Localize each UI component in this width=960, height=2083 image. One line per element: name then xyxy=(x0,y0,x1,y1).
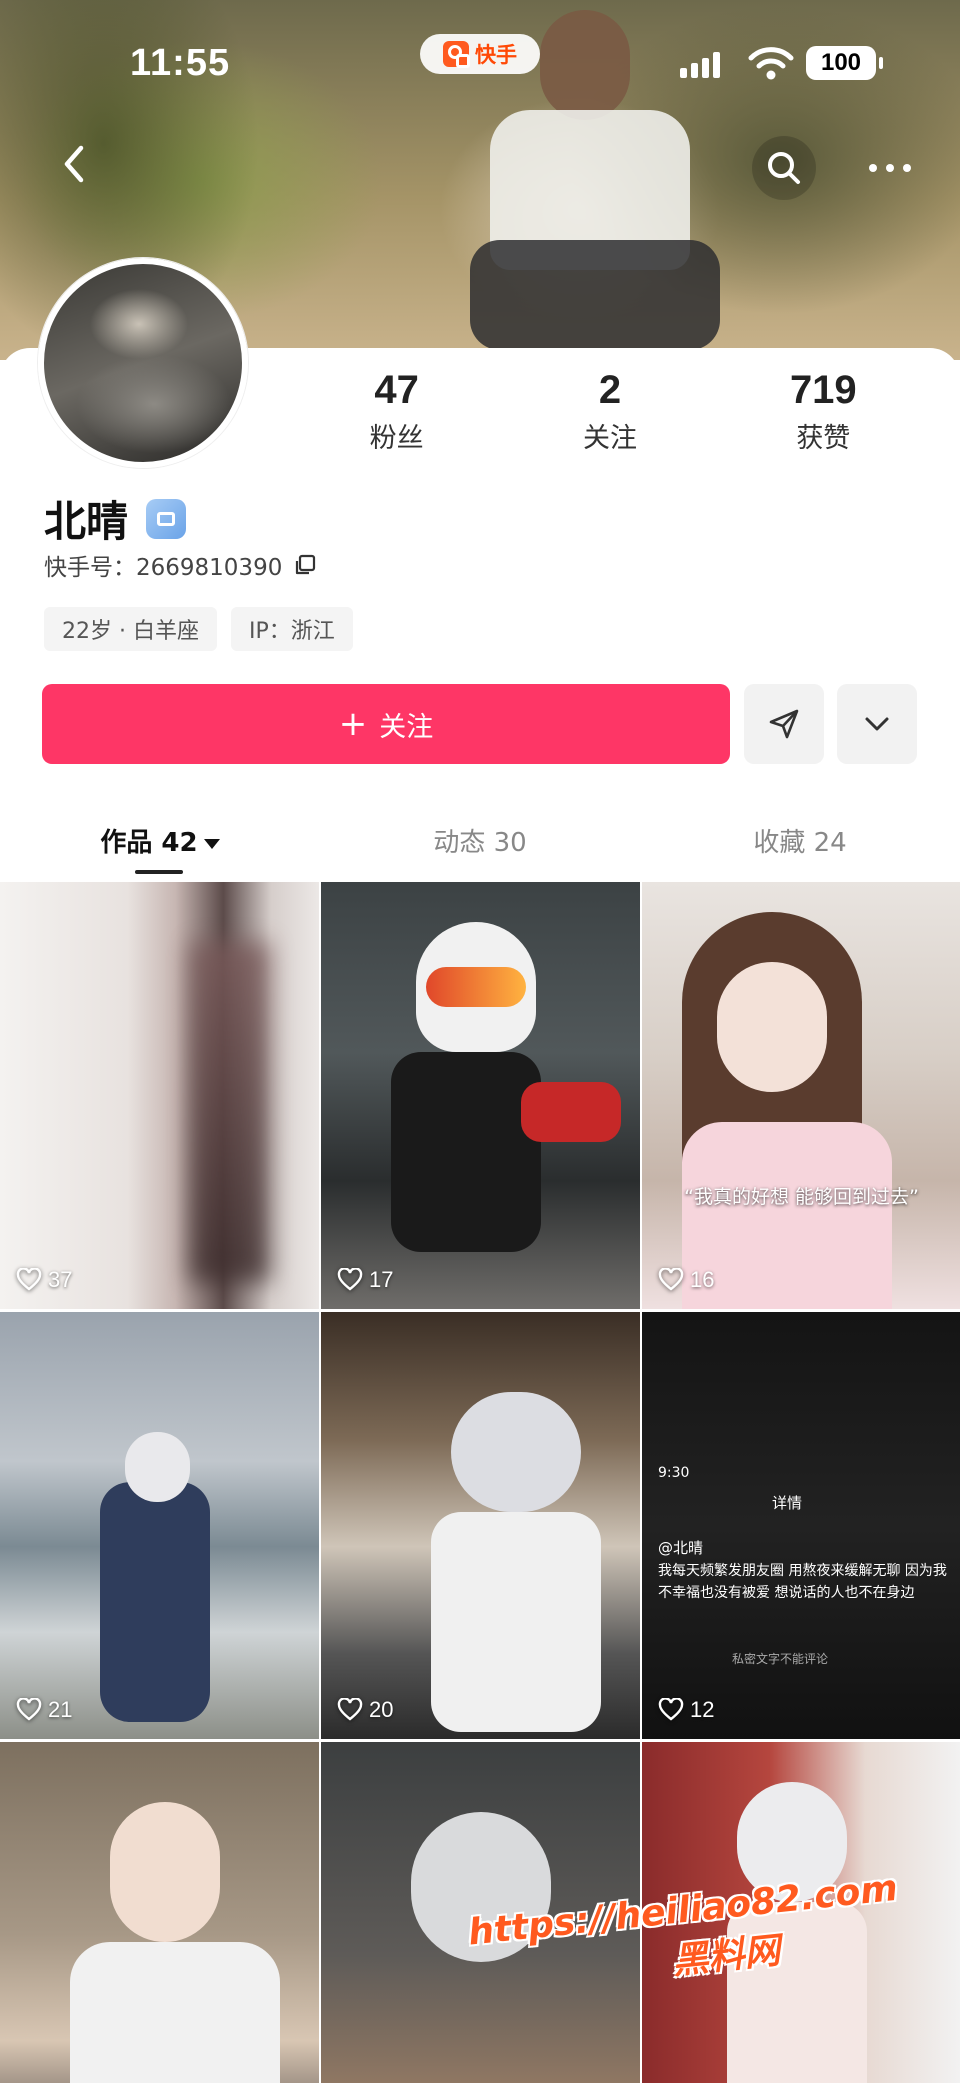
tab-favorites-label: 收藏 24 xyxy=(753,828,847,858)
kuaishou-pill-label: 快手 xyxy=(475,43,517,67)
tab-favorites[interactable]: 收藏 24 xyxy=(640,812,960,882)
wifi-icon xyxy=(748,47,794,80)
like-count-value: 16 xyxy=(690,1267,715,1292)
post-image xyxy=(521,1082,621,1142)
cover-figure-head xyxy=(540,10,630,120)
profile-name: 北晴 xyxy=(44,497,129,546)
follow-button[interactable]: + 关注 xyxy=(42,684,730,764)
post-screen-user: @北晴 xyxy=(658,1539,704,1557)
post-image xyxy=(70,1942,280,2083)
post-image xyxy=(125,1432,190,1502)
back-button[interactable] xyxy=(46,136,102,192)
cover-figure-legs xyxy=(470,240,720,350)
tab-moments[interactable]: 动态 30 xyxy=(320,812,640,882)
stat-followers-value: 47 xyxy=(374,368,419,412)
stat-likes-value: 719 xyxy=(789,368,857,412)
copy-icon xyxy=(296,554,316,575)
like-count: 12 xyxy=(658,1697,714,1723)
post-image xyxy=(431,1512,601,1732)
heart-icon xyxy=(337,1268,363,1291)
chevron-down-icon xyxy=(865,717,889,731)
stat-likes[interactable]: 719 获赞 xyxy=(717,368,930,458)
heart-icon xyxy=(658,1268,684,1291)
stat-following-value: 2 xyxy=(598,368,622,412)
post-image xyxy=(391,1052,541,1252)
post-image xyxy=(451,1392,581,1512)
post-thumbnail[interactable]: 20 xyxy=(321,1312,640,1739)
heart-icon xyxy=(658,1698,684,1721)
tag-age-zodiac: 22岁 · 白羊座 xyxy=(44,607,217,651)
kuaishou-app-pill[interactable]: 快手 xyxy=(420,34,540,74)
like-count: 20 xyxy=(337,1697,393,1723)
profile-tags: 22岁 · 白羊座 IP：浙江 xyxy=(44,607,353,651)
like-count-value: 20 xyxy=(369,1697,394,1722)
follow-button-label: 关注 xyxy=(379,711,434,743)
post-image xyxy=(190,942,270,1282)
share-icon xyxy=(769,709,799,739)
more-options-button[interactable] xyxy=(858,136,922,200)
status-time: 11:55 xyxy=(130,42,231,84)
tab-works-label: 作品 42 xyxy=(100,828,198,858)
profile-stats: 47 粉丝 2 关注 719 获赞 xyxy=(290,368,930,458)
post-image xyxy=(717,962,827,1092)
share-button[interactable] xyxy=(744,684,824,764)
cellular-signal-icon xyxy=(680,50,720,78)
copy-id-button[interactable] xyxy=(290,550,320,580)
like-count-value: 12 xyxy=(690,1697,715,1722)
post-thumbnail[interactable]: 17 xyxy=(321,882,640,1309)
post-thumbnail[interactable]: 37 xyxy=(0,882,319,1309)
tab-works[interactable]: 作品 42 xyxy=(0,812,320,882)
avatar[interactable] xyxy=(38,258,248,468)
like-count: 17 xyxy=(337,1267,393,1293)
heart-icon xyxy=(16,1698,42,1721)
more-icon xyxy=(869,164,911,172)
verified-badge-icon[interactable] xyxy=(146,498,187,539)
like-count-value: 21 xyxy=(48,1697,73,1722)
search-icon xyxy=(768,152,800,184)
caret-down-icon xyxy=(203,838,220,849)
search-button[interactable] xyxy=(752,136,816,200)
stat-followers-label: 粉丝 xyxy=(369,423,424,454)
post-thumbnail[interactable] xyxy=(0,1742,319,2083)
stat-following-label: 关注 xyxy=(582,423,637,454)
like-count-value: 37 xyxy=(48,1267,73,1292)
kuaishou-id-row: 快手号：2669810390 xyxy=(44,548,320,582)
heart-icon xyxy=(337,1698,363,1721)
post-screen-text: 我每天频繁发朋友圈 用熬夜来缓解无聊 因为我不幸福也没有被爱 想说话的人也不在身… xyxy=(658,1563,947,1601)
post-thumbnail[interactable]: 9:30 详情 @北晴 我每天频繁发朋友圈 用熬夜来缓解无聊 因为我不幸福也没有… xyxy=(642,1312,960,1739)
heart-icon xyxy=(16,1268,42,1291)
plus-icon: + xyxy=(338,704,368,744)
post-screen-footer: 私密文字不能评论 xyxy=(732,1652,829,1666)
post-screen-title: 详情 xyxy=(772,1494,803,1512)
like-count: 21 xyxy=(16,1697,72,1723)
like-count: 16 xyxy=(658,1267,714,1293)
profile-name-row: 北晴 xyxy=(44,488,187,549)
like-count-value: 17 xyxy=(369,1267,394,1292)
post-image xyxy=(426,967,526,1007)
back-icon xyxy=(64,145,84,183)
more-actions-button[interactable] xyxy=(837,684,917,764)
stat-following[interactable]: 2 关注 xyxy=(503,368,716,458)
stat-followers[interactable]: 47 粉丝 xyxy=(290,368,503,458)
tag-ip-location: IP：浙江 xyxy=(230,607,353,651)
post-thumbnail[interactable]: “我真的好想 能够回到过去” 16 xyxy=(642,882,960,1309)
post-thumbnail[interactable]: 21 xyxy=(0,1312,319,1739)
post-image xyxy=(100,1482,210,1722)
tab-moments-label: 动态 30 xyxy=(433,828,527,858)
post-caption: “我真的好想 能够回到过去” xyxy=(684,1186,919,1208)
like-count: 37 xyxy=(16,1267,72,1293)
stat-likes-label: 获赞 xyxy=(796,423,851,454)
kuaishou-id: 快手号：2669810390 xyxy=(44,555,283,581)
post-screen-time: 9:30 xyxy=(658,1465,690,1481)
kuaishou-logo-icon xyxy=(443,41,470,68)
battery-indicator: 100 xyxy=(806,46,883,80)
content-tabs: 作品 42 动态 30 收藏 24 xyxy=(0,812,960,882)
post-image xyxy=(110,1802,220,1942)
